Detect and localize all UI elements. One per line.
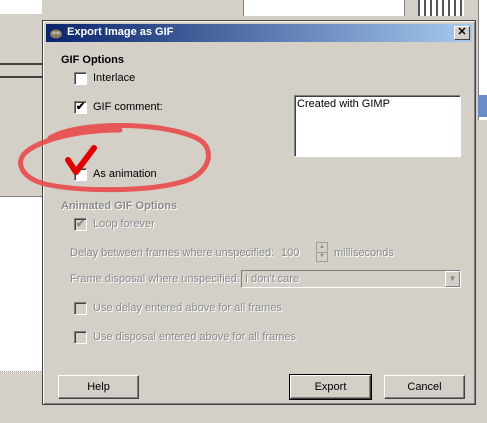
spin-down-icon[interactable]: ▼ [317, 252, 327, 261]
loop-forever-label[interactable]: Loop forever [93, 218, 155, 230]
delay-label: Delay between frames where unspecified: [70, 247, 275, 259]
gif-comment-checkbox[interactable]: ✔ [74, 101, 87, 114]
delay-unit: milliseconds [334, 247, 394, 259]
background-divider [0, 63, 42, 65]
disposal-label: Frame disposal where unspecified: [70, 273, 240, 285]
background-canvas [0, 196, 42, 372]
chevron-down-icon[interactable]: ▼ [445, 271, 460, 287]
use-delay-checkbox[interactable] [74, 302, 87, 315]
interlace-checkbox[interactable] [74, 72, 87, 85]
gimp-icon [50, 29, 62, 39]
close-icon: ✕ [457, 26, 467, 38]
cancel-button[interactable]: Cancel [384, 375, 465, 399]
background-decoration [418, 0, 464, 16]
background-window [0, 0, 42, 14]
dialog-title: Export Image as GIF [67, 26, 174, 38]
gif-comment-label[interactable]: GIF comment: [93, 101, 163, 113]
as-animation-checkbox[interactable] [74, 168, 87, 181]
use-disposal-label[interactable]: Use disposal entered above for all frame… [93, 331, 296, 343]
use-delay-label[interactable]: Use delay entered above for all frames [93, 302, 282, 314]
gif-options-heading: GIF Options [61, 54, 124, 66]
export-gif-dialog: Export Image as GIF ✕ GIF Options Interl… [42, 20, 476, 405]
delay-spinner[interactable]: ▲ ▼ [316, 242, 328, 262]
interlace-label[interactable]: Interlace [93, 72, 135, 84]
close-button[interactable]: ✕ [454, 26, 470, 40]
title-bar[interactable]: Export Image as GIF ✕ [46, 24, 472, 42]
help-button[interactable]: Help [58, 375, 139, 399]
gif-comment-textarea[interactable]: Created with GIMP [294, 95, 461, 157]
use-disposal-checkbox[interactable] [74, 331, 87, 344]
disposal-selected-value: I don't care [245, 273, 300, 285]
background-highlight [478, 95, 487, 117]
animated-options-heading: Animated GIF Options [61, 200, 178, 212]
loop-forever-checkbox[interactable]: ✔ [74, 218, 87, 231]
background-window [243, 0, 405, 16]
disposal-select[interactable]: I don't care ▼ [241, 270, 461, 288]
delay-value[interactable]: 100 [281, 247, 299, 259]
as-animation-label[interactable]: As animation [93, 168, 157, 180]
background-divider [0, 76, 42, 78]
export-button[interactable]: Export [289, 374, 372, 400]
